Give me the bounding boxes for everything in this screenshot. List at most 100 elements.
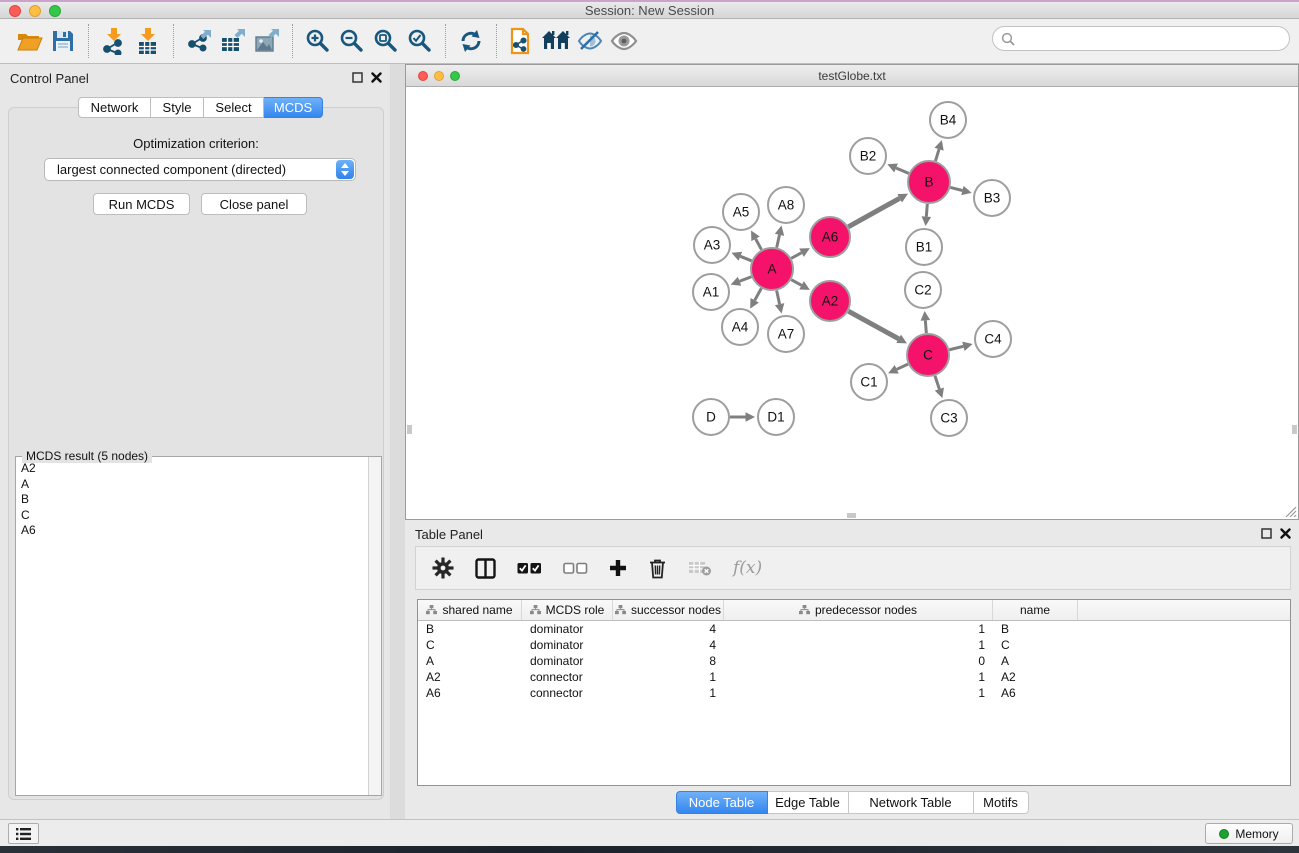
table-cell[interactable]: A2: [993, 669, 1078, 685]
zoom-out-icon[interactable]: [335, 24, 369, 58]
float-panel-icon[interactable]: [1261, 528, 1272, 539]
table-row[interactable]: A6connector11A6: [418, 685, 1290, 701]
search-icon: [1000, 31, 1016, 47]
table-cell[interactable]: 0: [724, 653, 993, 669]
close-panel-button[interactable]: Close panel: [201, 193, 307, 215]
export-image-icon[interactable]: [250, 24, 284, 58]
tab-mcds[interactable]: MCDS: [264, 97, 323, 118]
export-network-icon[interactable]: [182, 24, 216, 58]
table-row[interactable]: Bdominator41B: [418, 621, 1290, 637]
memory-button[interactable]: Memory: [1205, 823, 1293, 844]
memory-label: Memory: [1235, 827, 1278, 841]
task-history-button[interactable]: [8, 823, 39, 844]
delete-table-icon[interactable]: [688, 560, 712, 576]
table-cell[interactable]: 4: [613, 621, 724, 637]
zoom-selected-icon[interactable]: [403, 24, 437, 58]
column-header-name[interactable]: name: [993, 600, 1078, 620]
table-cell[interactable]: connector: [522, 669, 613, 685]
column-header-shared-name[interactable]: shared name: [418, 600, 522, 620]
table-cell[interactable]: connector: [522, 685, 613, 701]
show-details-eye-icon[interactable]: [607, 24, 641, 58]
table-cell[interactable]: B: [993, 621, 1078, 637]
close-panel-icon[interactable]: [371, 72, 382, 83]
svg-text:A5: A5: [733, 205, 750, 220]
table-cell[interactable]: B: [418, 621, 522, 637]
table-cell[interactable]: 4: [613, 637, 724, 653]
table-cell[interactable]: 1: [724, 685, 993, 701]
table-header-row: shared name MCDS role successor nodes pr…: [418, 600, 1290, 621]
refresh-icon[interactable]: [454, 24, 488, 58]
table-cell[interactable]: 1: [613, 669, 724, 685]
toolbar-separator: [496, 24, 497, 58]
table-cell[interactable]: dominator: [522, 637, 613, 653]
table-cell[interactable]: A: [418, 653, 522, 669]
criterion-dropdown[interactable]: largest connected component (directed): [44, 158, 356, 181]
run-mcds-button[interactable]: Run MCDS: [93, 193, 190, 215]
network-view-window: testGlobe.txt AA1A3A5A8A4A7A6A2BB2B4B3B1…: [405, 64, 1299, 520]
table-cell[interactable]: 1: [724, 637, 993, 653]
mcds-result-item[interactable]: A6: [16, 523, 367, 539]
table-cell[interactable]: C: [993, 637, 1078, 653]
table-body: Bdominator41BCdominator41CAdominator80AA…: [418, 621, 1290, 701]
attribute-tree-icon: [530, 605, 541, 615]
table-row[interactable]: Cdominator41C: [418, 637, 1290, 653]
mcds-result-item[interactable]: A: [16, 477, 367, 493]
svg-text:B2: B2: [860, 149, 877, 164]
svg-text:A6: A6: [822, 230, 839, 245]
table-row[interactable]: Adominator80A: [418, 653, 1290, 669]
hide-details-eye-slash-icon[interactable]: [573, 24, 607, 58]
svg-text:C: C: [923, 348, 933, 363]
mcds-list-scrollbar[interactable]: [368, 457, 381, 795]
tab-style[interactable]: Style: [151, 97, 204, 118]
table-cell[interactable]: dominator: [522, 653, 613, 669]
import-table-icon[interactable]: [131, 24, 165, 58]
svg-text:C4: C4: [984, 332, 1002, 347]
tab-node-table[interactable]: Node Table: [676, 791, 768, 814]
table-cell[interactable]: dominator: [522, 621, 613, 637]
import-network-icon[interactable]: [97, 24, 131, 58]
table-cell[interactable]: 1: [724, 621, 993, 637]
network-canvas[interactable]: AA1A3A5A8A4A7A6A2BB2B4B3B1C2CC1C4C3DD1: [406, 87, 1298, 519]
add-column-plus-icon[interactable]: [609, 559, 627, 577]
zoom-fit-icon[interactable]: [369, 24, 403, 58]
table-cell[interactable]: A: [993, 653, 1078, 669]
tab-network-table[interactable]: Network Table: [849, 791, 974, 814]
table-cell[interactable]: 1: [613, 685, 724, 701]
resize-grip-icon[interactable]: [1284, 505, 1297, 518]
function-builder-icon[interactable]: f(x): [733, 558, 762, 578]
column-header-successor-nodes[interactable]: successor nodes: [613, 600, 724, 620]
save-icon[interactable]: [46, 24, 80, 58]
table-cell[interactable]: A2: [418, 669, 522, 685]
mcds-result-item[interactable]: C: [16, 508, 367, 524]
export-table-icon[interactable]: [216, 24, 250, 58]
zoom-in-icon[interactable]: [301, 24, 335, 58]
main-toolbar: [0, 19, 1299, 64]
unselect-all-icon[interactable]: [563, 562, 588, 575]
trash-icon[interactable]: [648, 558, 667, 579]
mcds-result-list[interactable]: A2ABCA6: [16, 461, 367, 795]
gear-icon[interactable]: [432, 557, 454, 579]
tab-select[interactable]: Select: [204, 97, 264, 118]
mcds-result-item[interactable]: B: [16, 492, 367, 508]
share-session-icon[interactable]: [505, 24, 539, 58]
table-row[interactable]: A2connector11A2: [418, 669, 1290, 685]
tab-edge-table[interactable]: Edge Table: [768, 791, 849, 814]
tab-motifs[interactable]: Motifs: [974, 791, 1029, 814]
select-all-icon[interactable]: [517, 562, 542, 575]
column-header-predecessor-nodes[interactable]: predecessor nodes: [724, 600, 993, 620]
table-cell[interactable]: A6: [418, 685, 522, 701]
mcds-result-item[interactable]: A2: [16, 461, 367, 477]
search-field: [992, 26, 1290, 51]
search-input[interactable]: [1016, 29, 1289, 49]
open-folder-icon[interactable]: [12, 24, 46, 58]
float-panel-icon[interactable]: [352, 72, 363, 83]
table-cell[interactable]: C: [418, 637, 522, 653]
close-panel-icon[interactable]: [1280, 528, 1291, 539]
table-cell[interactable]: A6: [993, 685, 1078, 701]
column-header-mcds-role[interactable]: MCDS role: [522, 600, 613, 620]
table-cell[interactable]: 8: [613, 653, 724, 669]
column-selector-icon[interactable]: [475, 558, 496, 579]
table-cell[interactable]: 1: [724, 669, 993, 685]
home-icon[interactable]: [539, 24, 573, 58]
tab-network[interactable]: Network: [78, 97, 151, 118]
